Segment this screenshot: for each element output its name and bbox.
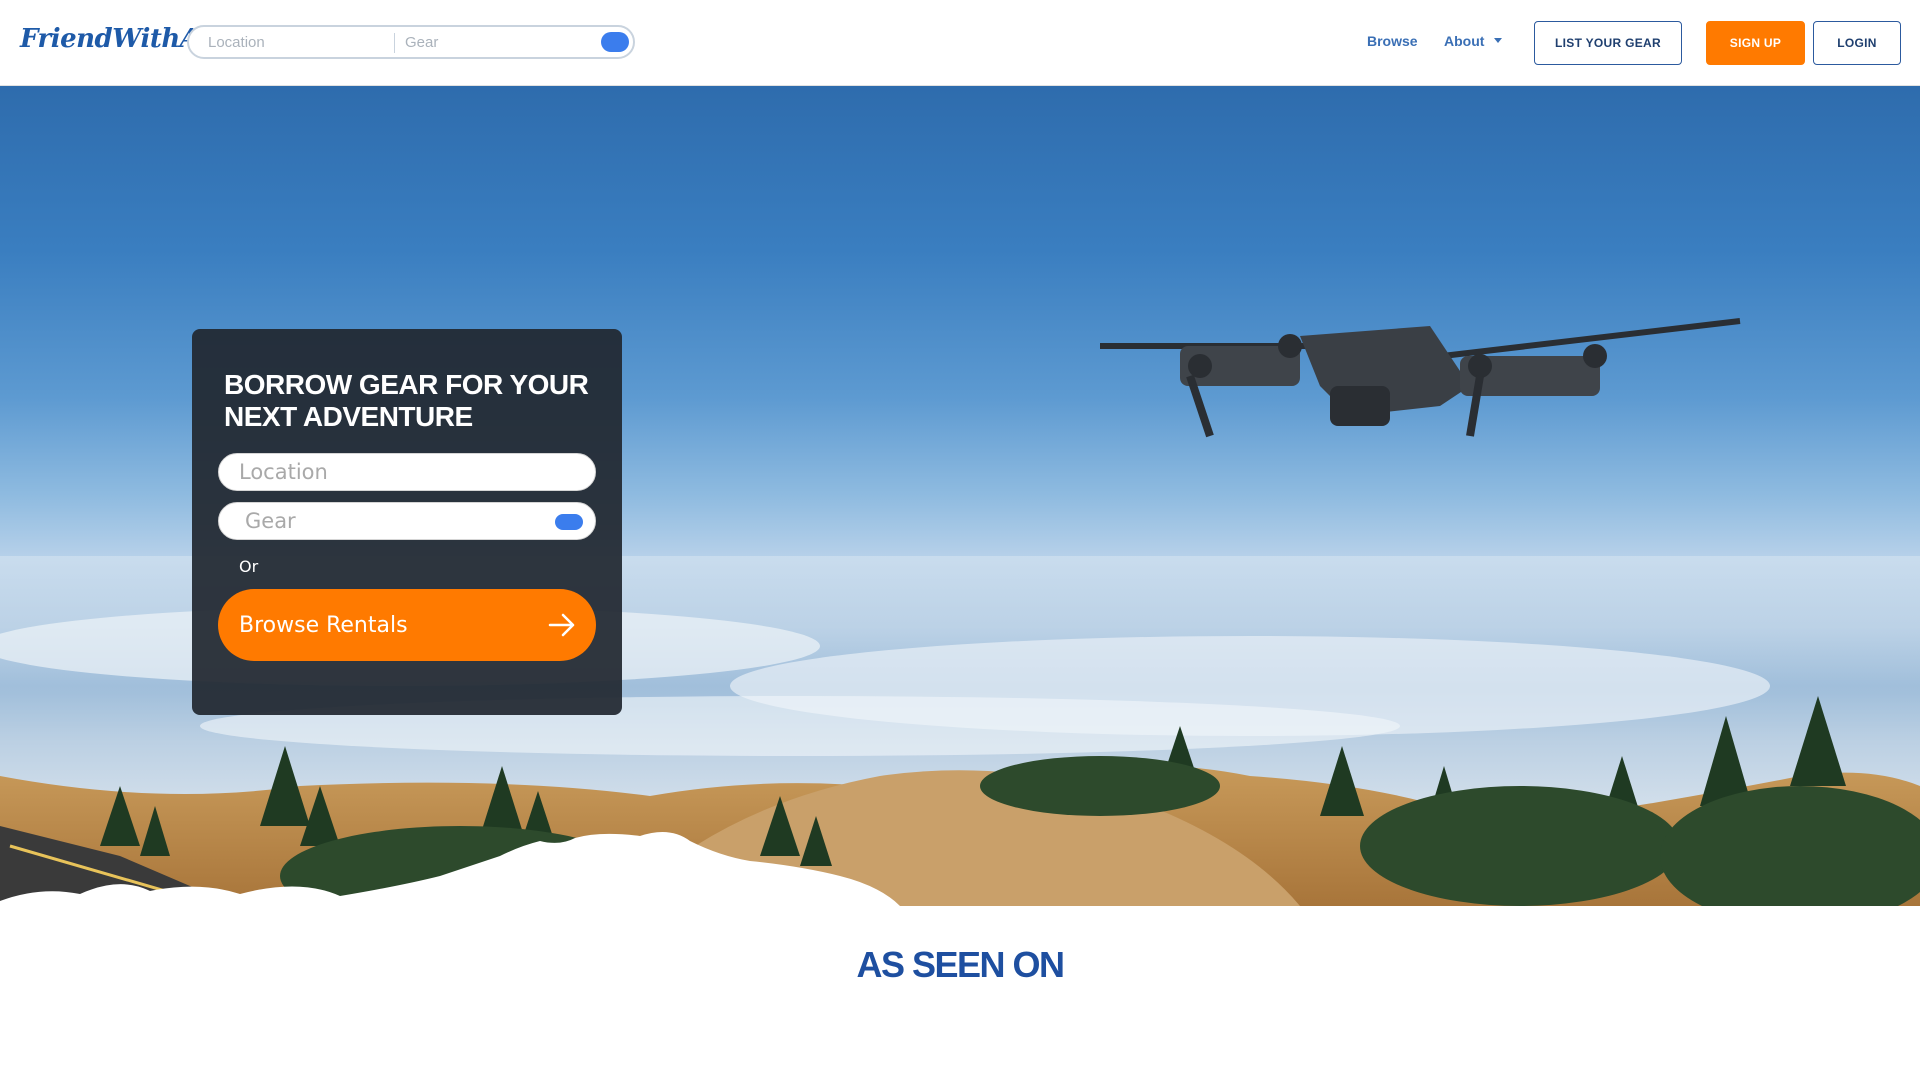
header-search-bar	[187, 25, 635, 59]
arrow-right-icon	[548, 613, 575, 637]
header-search-toggle[interactable]	[601, 32, 629, 52]
list-your-gear-button[interactable]: LIST YOUR GEAR	[1534, 21, 1682, 65]
browse-rentals-button[interactable]: Browse Rentals	[218, 589, 596, 661]
hero-title: BORROW GEAR FOR YOUR NEXT ADVENTURE	[224, 369, 589, 432]
browse-rentals-label: Browse Rentals	[239, 612, 408, 638]
hero-search-card: BORROW GEAR FOR YOUR NEXT ADVENTURE Or B…	[192, 329, 622, 715]
hero-gear-toggle[interactable]	[555, 514, 583, 530]
header-location-input[interactable]	[208, 30, 388, 54]
nav-browse-link[interactable]: Browse	[1367, 33, 1418, 49]
or-separator: Or	[239, 557, 259, 576]
drone-illustration	[1100, 318, 1741, 438]
search-divider	[394, 33, 395, 53]
nav-about-dropdown[interactable]: About	[1444, 33, 1503, 49]
hero-section: BORROW GEAR FOR YOUR NEXT ADVENTURE Or B…	[0, 86, 1920, 906]
top-navbar: FriendWithA... Browse About LIST YOUR GE…	[0, 0, 1920, 86]
logo-text: FriendWithA	[20, 24, 200, 54]
hero-gear-input[interactable]	[245, 506, 545, 536]
login-button[interactable]: LOGIN	[1813, 21, 1901, 65]
nav-about-label: About	[1444, 33, 1485, 49]
hero-location-input[interactable]	[239, 457, 579, 487]
hero-gear-field	[218, 502, 596, 540]
hero-location-field	[218, 453, 596, 491]
sign-up-button[interactable]: SIGN UP	[1706, 21, 1805, 65]
header-gear-input[interactable]	[405, 30, 595, 54]
as-seen-on-heading: AS SEEN ON	[856, 944, 1065, 985]
caret-down-icon	[1494, 38, 1503, 43]
